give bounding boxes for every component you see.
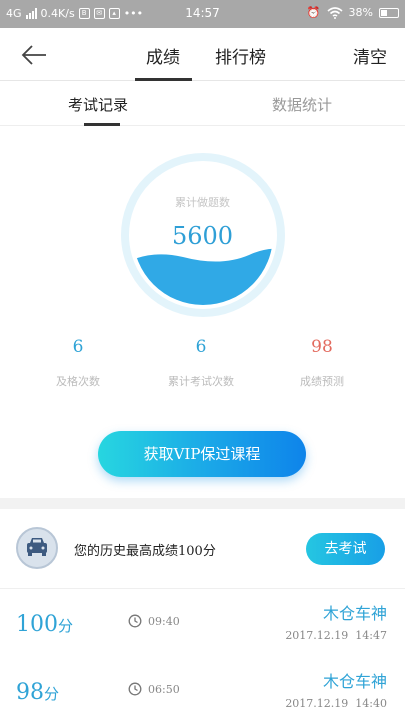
clear-button[interactable]: 清空 — [353, 43, 387, 68]
battery-percent: 38% — [348, 6, 373, 19]
clock-icon — [128, 614, 142, 628]
tab-data-stats[interactable]: 数据统计 — [272, 94, 332, 115]
stat-label: 及格次数 — [56, 375, 100, 388]
status-bar: 4G 0.4K/s B ✉ ▴ ••• 14:57 ⏰ 38% — [0, 0, 405, 28]
nav-active-indicator — [135, 78, 192, 81]
gauge-value: 5600 — [171, 222, 234, 250]
stat-label: 累计考试次数 — [168, 375, 234, 388]
gauge-label: 累计做题数 — [175, 196, 230, 209]
record-datetime: 2017.12.19 14:40 — [285, 697, 387, 710]
record-user-name: 木仓车神 — [322, 672, 387, 691]
record-score: 100分 — [16, 612, 73, 637]
tab-score[interactable]: 成绩 — [146, 43, 180, 68]
best-score-row: 您的历史最高成绩100分 去考试 — [0, 509, 405, 589]
vip-course-button[interactable]: 获取VIP保过课程 — [98, 431, 306, 477]
record-score: 98分 — [16, 680, 59, 705]
record-score-unit: 分 — [44, 685, 60, 703]
sub-tabs: 考试记录 数据统计 — [0, 82, 405, 126]
subtab-active-indicator — [84, 123, 120, 126]
record-date: 2017.12.19 — [285, 629, 349, 642]
record-duration-value: 06:50 — [148, 682, 180, 696]
stat-value: 98 — [311, 337, 333, 357]
record-time: 14:40 — [355, 697, 387, 710]
record-duration-value: 09:40 — [148, 614, 180, 628]
tab-leaderboard[interactable]: 排行榜 — [215, 43, 266, 68]
clock-icon — [128, 682, 142, 696]
record-date: 2017.12.19 — [285, 697, 349, 710]
section-divider — [0, 498, 405, 509]
record-duration: 09:40 — [128, 614, 180, 628]
list-item[interactable]: 98分 06:50 木仓车神 2017.12.19 14:40 — [0, 660, 405, 720]
record-score-unit: 分 — [58, 617, 74, 635]
stat-pass-count: 6 及格次数 — [18, 337, 138, 389]
record-datetime: 2017.12.19 14:47 — [285, 629, 387, 642]
car-icon — [27, 538, 47, 556]
tab-exam-records[interactable]: 考试记录 — [68, 94, 128, 115]
record-user-name: 木仓车神 — [322, 604, 387, 623]
record-score-value: 100 — [16, 612, 58, 637]
list-item[interactable]: 100分 09:40 木仓车神 2017.12.19 14:47 — [0, 592, 405, 658]
status-right: ⏰ 38% — [307, 6, 399, 19]
nav-bar: 成绩 排行榜 清空 — [0, 28, 405, 81]
stat-exam-count: 6 累计考试次数 — [141, 337, 261, 389]
record-duration: 06:50 — [128, 682, 180, 696]
alarm-icon: ⏰ — [306, 6, 321, 19]
wifi-icon — [327, 6, 343, 19]
record-score-value: 98 — [16, 680, 44, 705]
stat-value: 6 — [72, 337, 84, 357]
stat-score-prediction: 98 成绩预测 — [262, 337, 382, 389]
record-time: 14:47 — [355, 629, 387, 642]
battery-icon — [379, 7, 399, 18]
back-button[interactable] — [18, 41, 52, 69]
stat-value: 6 — [195, 337, 207, 357]
avatar — [16, 527, 58, 569]
go-exam-button[interactable]: 去考试 — [306, 533, 385, 565]
best-score-text: 您的历史最高成绩100分 — [74, 544, 216, 559]
arrow-left-icon — [21, 45, 46, 65]
stat-label: 成绩预测 — [300, 375, 344, 388]
